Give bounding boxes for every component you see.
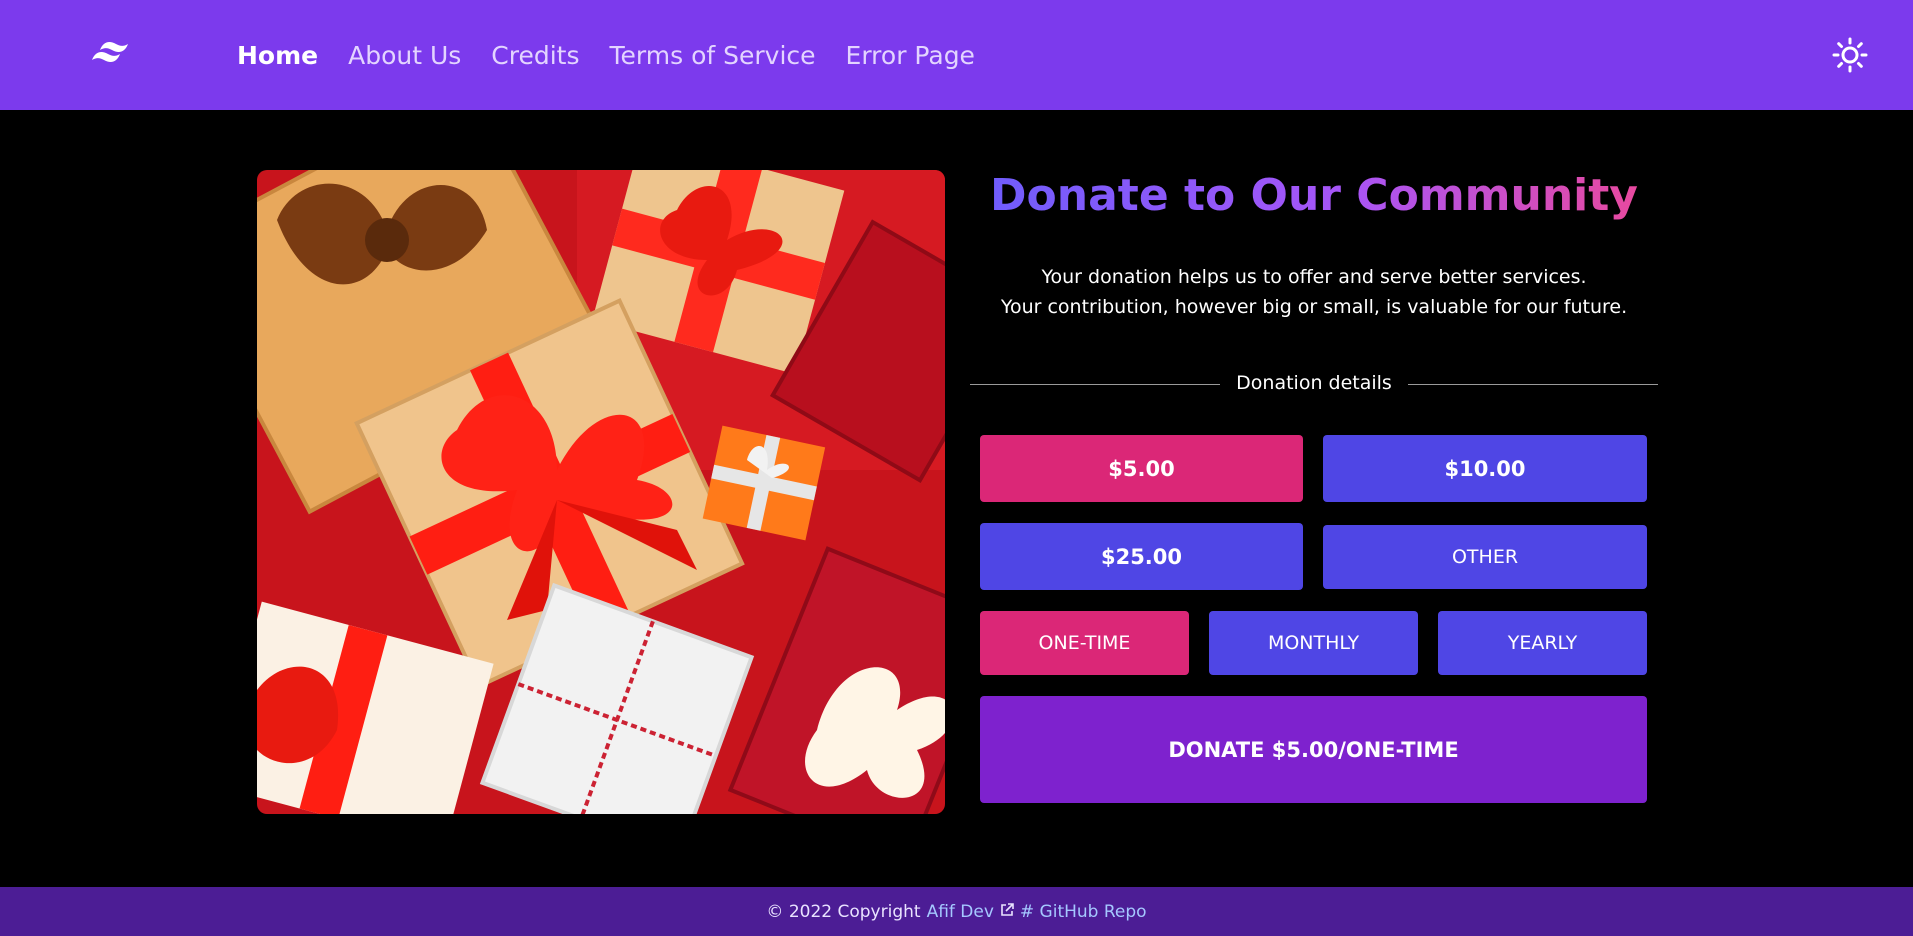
donation-details-label: Donation details xyxy=(1236,372,1392,394)
nav-credits-link[interactable]: Credits xyxy=(491,41,579,70)
nav-about-link[interactable]: About Us xyxy=(348,41,461,70)
description-line-1: Your donation helps us to offer and serv… xyxy=(1041,266,1587,288)
nav-terms-link[interactable]: Terms of Service xyxy=(610,41,816,70)
donation-details-divider: Donation details xyxy=(970,370,1658,400)
author-label: Afif Dev xyxy=(926,901,994,922)
main-nav: Home About Us Credits Terms of Service E… xyxy=(237,0,975,110)
description-line-2: Your contribution, however big or small,… xyxy=(1000,296,1628,318)
author-link[interactable]: Afif Dev xyxy=(927,902,1014,922)
copyright-text: © 2022 Copyright xyxy=(766,901,921,922)
external-link-icon xyxy=(1000,902,1014,922)
top-navbar: Home About Us Credits Terms of Service E… xyxy=(0,0,1913,110)
gift-boxes-photo xyxy=(257,170,945,814)
divider-line-right xyxy=(1408,384,1658,385)
nav-error-link[interactable]: Error Page xyxy=(846,41,975,70)
amount-5-button[interactable]: $5.00 xyxy=(980,435,1303,502)
nav-home-link[interactable]: Home xyxy=(237,41,318,70)
tailwind-logo-icon[interactable] xyxy=(88,38,136,70)
sun-icon[interactable] xyxy=(1832,37,1868,73)
frequency-one-time-button[interactable]: ONE-TIME xyxy=(980,611,1189,675)
amount-10-button[interactable]: $10.00 xyxy=(1323,435,1647,502)
donate-description: Your donation helps us to offer and serv… xyxy=(970,262,1658,322)
donate-submit-button[interactable]: DONATE $5.00/ONE-TIME xyxy=(980,696,1647,803)
frequency-monthly-button[interactable]: MONTHLY xyxy=(1209,611,1418,675)
page-footer: © 2022 Copyright Afif Dev # GitHub Repo xyxy=(0,887,1913,936)
amount-25-button[interactable]: $25.00 xyxy=(980,523,1303,590)
frequency-yearly-button[interactable]: YEARLY xyxy=(1438,611,1647,675)
amount-other-button[interactable]: OTHER xyxy=(1323,525,1647,589)
donate-title: Donate to Our Community xyxy=(970,170,1658,221)
github-repo-link[interactable]: # GitHub Repo xyxy=(1020,902,1147,922)
